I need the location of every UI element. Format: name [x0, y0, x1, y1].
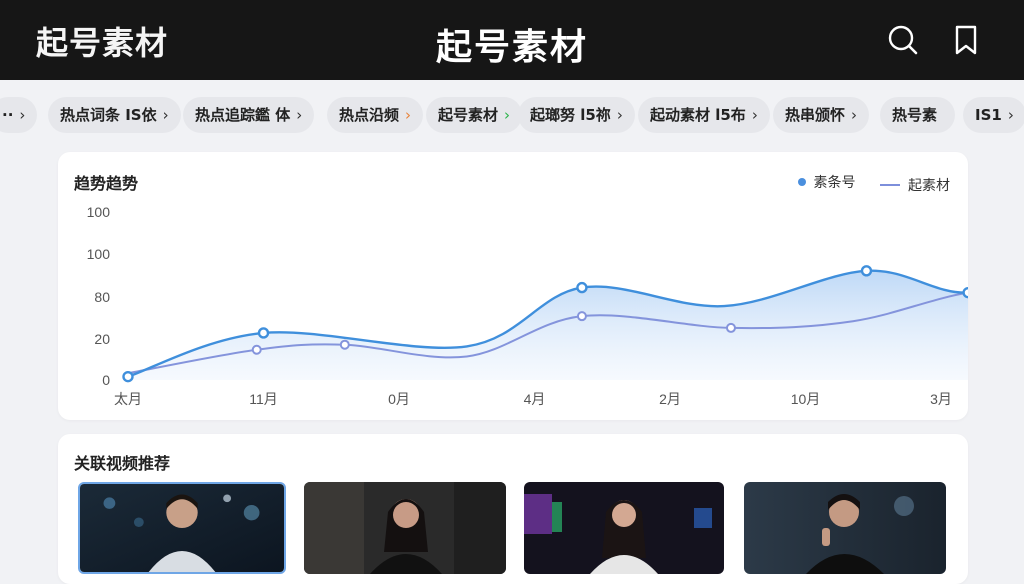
video-thumbnail[interactable] [744, 482, 946, 574]
tag-label: 起号素材 [438, 106, 499, 124]
chart-legend: 素条号 起素材 [778, 172, 950, 195]
tag-bar: ·· › 热点词条 IS依 › 热点追踪鑑 体 › 热点沿频 › 起号素材 › 起瑯努 l… [0, 95, 1024, 137]
page-title: 起号素材 [435, 27, 588, 68]
tag-label: 起瑯努 l5祢 [530, 106, 611, 124]
section-title: 关联视频推荐 [74, 454, 171, 473]
x-tick-label: 2月 [659, 391, 681, 407]
tag-label: 热点词条 IS依 [60, 106, 157, 124]
bookmark-icon[interactable] [948, 22, 984, 58]
video-thumbnail-image [744, 482, 946, 574]
tag-label: 热串颁怀 [785, 106, 846, 124]
y-tick-label: 80 [94, 289, 110, 305]
tag-chip[interactable]: 起动素材 l5布 › [638, 97, 770, 133]
tag-label: 热点追踪鑑 体 [195, 106, 291, 124]
legend-dot-icon [797, 178, 806, 186]
tag-label: ·· [2, 106, 14, 124]
video-thumbnail[interactable] [78, 482, 286, 574]
video-thumbnail-image [304, 482, 506, 574]
chevron-right-icon: › [405, 106, 412, 124]
y-tick-label: 20 [94, 331, 110, 347]
tag-chip[interactable]: 热号素 [880, 97, 956, 133]
legend-line-icon [880, 184, 900, 186]
chevron-right-icon: › [19, 106, 26, 124]
video-thumbnail-image [524, 482, 724, 574]
data-point [257, 327, 270, 339]
legend-label: 素条号 [813, 175, 856, 191]
chevron-right-icon: › [504, 106, 511, 124]
chevron-right-icon: › [162, 106, 169, 124]
chart-title: 趋势趋势 [74, 174, 139, 193]
tag-chip[interactable]: ·· › [0, 97, 38, 133]
chevron-right-icon: › [616, 106, 623, 124]
chevron-right-icon: › [751, 106, 758, 124]
tag-label: 热号素 [892, 106, 938, 124]
top-bar: 起号素材 起号素材 [0, 0, 1024, 80]
chevron-right-icon: › [1007, 106, 1014, 124]
related-videos-card: 关联视频推荐 [58, 434, 968, 584]
legend-label: 起素材 [908, 178, 950, 194]
video-thumbnail[interactable] [304, 482, 506, 574]
tag-chip[interactable]: 热点追踪鑑 体 › [183, 97, 315, 133]
tag-label: 起动素材 l5布 [650, 106, 746, 124]
trend-chart-card: 100 100 80 20 0 太月 11月 0月 4月 2月 10月 3月 趋势趋势 素条号 起素材 [58, 152, 968, 420]
tag-chip[interactable]: 热点词条 IS依 › [48, 97, 181, 133]
tag-chip[interactable]: 热点沿频 › [327, 97, 424, 133]
tag-chip[interactable]: 热串颁怀 › [773, 97, 870, 133]
tag-chip[interactable]: IS1 › [963, 97, 1024, 133]
x-tick-label: 4月 [524, 391, 546, 407]
data-point [576, 311, 587, 322]
chevron-right-icon: › [296, 106, 303, 124]
tag-label: IS1 [975, 106, 1002, 124]
chevron-right-icon: › [851, 106, 858, 124]
tag-chip[interactable]: 起瑯努 l5祢 › [518, 97, 635, 133]
x-tick-label: 3月 [930, 391, 952, 407]
y-tick-label: 100 [87, 246, 111, 262]
y-tick-label: 100 [87, 204, 111, 220]
x-tick-label: 10月 [791, 391, 821, 407]
legend-item-series-1[interactable]: 素条号 [797, 172, 856, 192]
data-point [725, 322, 736, 333]
data-point [339, 339, 350, 350]
data-point [576, 281, 588, 294]
data-point [122, 370, 134, 383]
legend-item-series-2[interactable]: 起素材 [880, 175, 950, 195]
data-point [860, 265, 873, 277]
x-tick-label: 太月 [114, 391, 142, 407]
data-point [962, 286, 968, 299]
y-tick-label: 0 [102, 372, 110, 388]
series-area-素条号 [128, 270, 968, 380]
x-tick-label: 11月 [249, 391, 278, 407]
x-tick-label: 0月 [388, 391, 410, 407]
tag-chip[interactable]: 起号素材 › [426, 97, 523, 133]
data-point [251, 344, 262, 355]
video-thumbnail[interactable] [524, 482, 724, 574]
tag-label: 热点沿频 [339, 106, 400, 124]
video-thumbnail-image [80, 484, 284, 572]
search-icon[interactable] [885, 22, 921, 58]
